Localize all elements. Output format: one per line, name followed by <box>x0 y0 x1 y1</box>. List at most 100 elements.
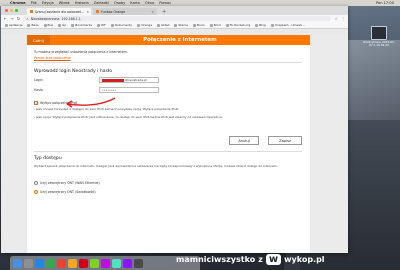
bookmark-item[interactable]: Bus <box>43 23 53 27</box>
menubar-status: Pon 17:00 <box>376 1 400 5</box>
menu-item-plik[interactable]: Plik <box>31 1 37 5</box>
bookmark-item[interactable]: Skład <box>157 23 169 27</box>
tab-szanuj[interactable]: Szanuj zaufanie dla polaczeń... × <box>27 8 91 15</box>
menu-item-karta[interactable]: Karta <box>130 1 140 5</box>
menu-item-zakladki[interactable]: Zakładki <box>94 1 109 5</box>
password-field[interactable]: •••••••• <box>99 87 159 93</box>
reload-icon[interactable]: ↻ <box>17 16 20 21</box>
menu-item-pomoc[interactable]: Pomoc <box>159 1 171 5</box>
tab-funbox[interactable]: Funbox Orange × <box>93 8 157 15</box>
back-button[interactable]: Cofnij <box>27 35 50 45</box>
launchpad-icon[interactable] <box>24 258 33 268</box>
app-icon[interactable] <box>123 258 132 268</box>
bookmark-icon <box>255 23 259 27</box>
menu-item-osoby[interactable]: Osoby <box>114 1 125 5</box>
bookmark-item[interactable]: Unsplash - Umesh... <box>270 23 305 27</box>
ipv6-note-1: - Jeśli chcesz korzystać z dostępu do si… <box>34 107 179 111</box>
bookmark-item[interactable]: Fb Rocket.org <box>225 23 250 27</box>
save-button[interactable]: Zapisz <box>268 136 302 145</box>
insecure-warning-icon[interactable]: ⚠ <box>26 17 29 21</box>
ipv6-checkbox[interactable] <box>34 101 38 105</box>
chrome-window: Szanuj zaufanie dla polaczeń... × Funbox… <box>1 6 348 253</box>
tab-close-icon[interactable]: × <box>86 10 89 14</box>
redaction-mark <box>102 78 124 82</box>
radio-label: Użyj zewnętrzny ONT (Światłowód) <box>40 190 96 194</box>
bookmark-item[interactable]: WF <box>97 23 106 27</box>
desktop-screenshot-file[interactable]: Zrzut ekranu 2019-01-07 o 16.59.43 <box>362 26 396 48</box>
window-controls <box>5 9 18 12</box>
bookmark-icon <box>71 23 75 27</box>
watermark-site: wykop.pl <box>284 255 325 264</box>
browser-toolbar: ← → ↻ ⚠ Niezabezpieczona 192.168.1.1 ☆ ⋮ <box>1 15 348 22</box>
facetime-icon[interactable] <box>90 258 99 268</box>
menu-item-edycja[interactable]: Edycja <box>42 1 54 5</box>
chrome-icon[interactable] <box>57 258 66 268</box>
tab-close-icon[interactable]: × <box>151 10 154 14</box>
watermark-user: mamniciwszystko <box>176 255 256 264</box>
bookmark-item[interactable]: Bass <box>27 23 39 27</box>
bookmark-icon <box>58 23 62 27</box>
bookmarks-bar: Aplikacje Bass Bus Gp Bookmarks WF Dokum… <box>1 22 348 29</box>
wykop-watermark: mamniciwszystko z w wykop.pl <box>176 254 325 265</box>
maps-icon[interactable] <box>112 258 121 268</box>
menu-item-widok[interactable]: Widok <box>59 1 70 5</box>
password-label: Hasło <box>34 88 43 92</box>
access-description: Wybierz sposób połączenia do Internetu. … <box>34 164 278 168</box>
bookmark-item[interactable]: Bmd <box>209 23 221 27</box>
login-value: @neostrada.pl <box>125 78 147 82</box>
bookmark-item[interactable]: Stanie <box>174 23 188 27</box>
screenshot-file-icon <box>371 26 387 40</box>
radio-ethernet[interactable]: Użyj zewnętrzny ONT (WAN Ethernet) <box>34 181 100 185</box>
new-tab-button[interactable]: + <box>159 9 169 15</box>
divider <box>34 62 302 63</box>
bookmark-item[interactable]: Dokumenty <box>110 23 132 27</box>
safari-icon[interactable] <box>35 258 44 268</box>
login-field[interactable]: @neostrada.pl <box>99 77 159 83</box>
dock <box>10 256 200 270</box>
forward-icon[interactable]: → <box>10 16 13 21</box>
bookmark-icon <box>225 23 229 27</box>
clock[interactable]: Pon 17:00 <box>376 1 394 5</box>
tab-title: Szanuj zaufanie dla polaczeń... <box>35 9 85 14</box>
watermark-sep: z <box>258 255 263 264</box>
photos-icon[interactable] <box>68 258 77 268</box>
radio-fiber[interactable]: Użyj zewnętrzny ONT (Światłowód) <box>34 190 96 194</box>
bookmark-icon <box>5 23 8 27</box>
minimize-window-icon[interactable] <box>10 9 13 12</box>
radio-button[interactable] <box>34 181 38 185</box>
calendar-icon[interactable] <box>79 258 88 268</box>
bookmark-item[interactable]: Bookmarks <box>71 23 92 27</box>
bookmark-item[interactable]: Aplikacje <box>5 23 22 27</box>
star-icon[interactable]: ☆ <box>334 16 338 21</box>
tab-favicon-icon <box>96 10 99 13</box>
menu-dots-icon[interactable]: ⋮ <box>341 16 345 21</box>
section-title-access: Typ dostępu <box>34 156 62 161</box>
finder-icon[interactable] <box>13 258 22 268</box>
close-window-icon[interactable] <box>5 9 8 12</box>
bookmark-item[interactable]: Gp <box>58 23 66 27</box>
messages-icon[interactable] <box>46 258 55 268</box>
bookmark-item[interactable]: Biuro <box>192 23 205 27</box>
bookmark-icon <box>137 23 141 27</box>
menu-item-historia[interactable]: Historia <box>75 1 89 5</box>
zoom-window-icon[interactable] <box>15 9 18 12</box>
bookmark-item[interactable]: Orange <box>137 23 152 27</box>
settings-panel: Cofnij Połączenie z Internetem Tu możesz… <box>27 35 310 253</box>
help-link[interactable]: Pomoc krok połączenia <box>34 56 71 60</box>
settings-icon[interactable] <box>134 258 143 268</box>
radio-button[interactable] <box>34 190 38 194</box>
bookmark-icon <box>192 23 196 27</box>
menu-app-name[interactable]: Chrome <box>10 1 26 5</box>
menu-item-okno[interactable]: Okno <box>145 1 154 5</box>
itunes-icon[interactable] <box>101 258 110 268</box>
intro-text: Tu możesz przeglądać ustawienia połączen… <box>34 50 128 54</box>
address-bar[interactable]: ⚠ Niezabezpieczona 192.168.1.1 <box>23 16 332 21</box>
back-icon[interactable]: ← <box>4 16 7 21</box>
tab-strip: Szanuj zaufanie dla polaczeń... × Funbox… <box>1 6 348 15</box>
bookmark-icon <box>97 23 101 27</box>
bookmark-item[interactable]: Blog <box>255 23 266 27</box>
login-label: Login <box>34 78 43 82</box>
bookmark-icon <box>110 23 114 27</box>
bookmark-icon <box>174 23 178 27</box>
cancel-button[interactable]: Anuluj <box>229 136 259 145</box>
